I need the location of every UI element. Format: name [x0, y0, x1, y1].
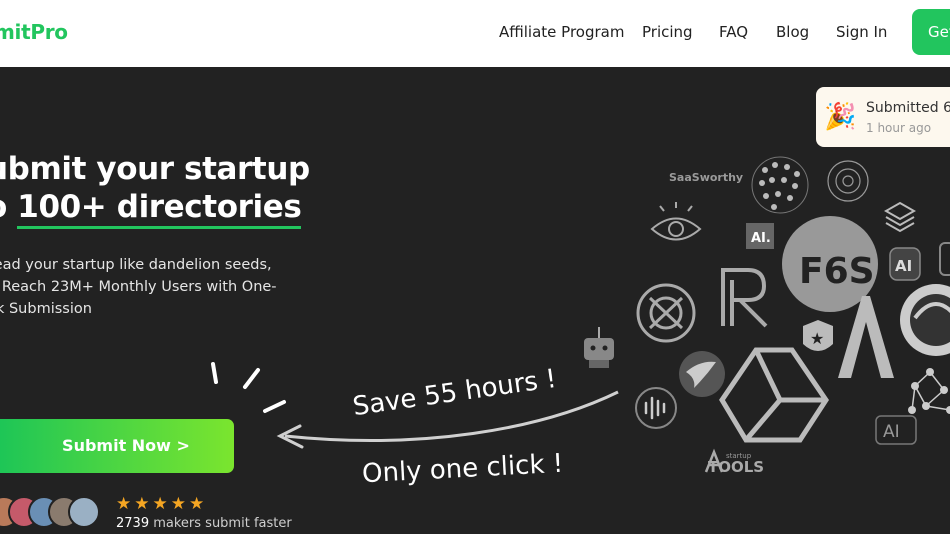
hero-title-line1: ubmit your startup — [0, 151, 310, 187]
save-hours-callout: Save 55 hours ! — [350, 363, 559, 423]
hero-subtitle-line2: d Reach 23M+ Monthly Users with One- — [0, 279, 277, 295]
submit-now-button[interactable]: Submit Now > — [0, 419, 234, 473]
get-started-button[interactable]: Get — [912, 9, 950, 55]
partial-logo-icon — [939, 242, 950, 276]
submission-toast: 🎉 Submitted 6 d 1 hour ago — [816, 87, 950, 147]
nav-link-affiliate[interactable]: Affiliate Program — [499, 23, 624, 41]
makers-count: 2739 — [116, 516, 150, 531]
hero-subtitle-line3: ck Submission — [0, 301, 92, 317]
site-logo[interactable]: mitPro — [0, 20, 68, 44]
one-click-callout: Only one click ! — [361, 448, 564, 490]
hero-subtitle: read your startup like dandelion seeds, … — [0, 254, 288, 320]
ai-badge-icon — [889, 247, 921, 281]
circle-logo-icon — [900, 284, 950, 356]
hero-title-line2: o 100+ directories — [0, 188, 310, 229]
f6s-logo-icon — [782, 216, 878, 312]
network-graph-icon — [908, 368, 950, 414]
flower-outline-icon — [827, 160, 869, 202]
startup-tools-a-icon — [704, 448, 724, 473]
makers-label: makers submit faster — [149, 516, 292, 531]
sparkle-stroke-icon — [211, 362, 218, 384]
sound-wave-icon — [635, 387, 677, 429]
bird-logo-icon — [679, 351, 725, 397]
rating-stars: ★★★★★ — [116, 494, 208, 513]
svg-text:★: ★ — [810, 329, 824, 348]
saasworthy-logo: SaaSworthy — [669, 171, 743, 184]
r-logo-icon — [721, 268, 768, 328]
sparkle-stroke-icon — [243, 368, 260, 389]
ai-outline-icon — [875, 415, 917, 445]
party-popper-icon: 🎉 — [824, 101, 857, 131]
avatar — [68, 496, 100, 528]
hero-title-highlight: 100+ directories — [17, 189, 302, 229]
shield-star-icon: ★ — [803, 320, 833, 351]
layers-icon — [883, 201, 917, 233]
f6s-logo: F6S — [799, 251, 875, 292]
sparkle-stroke-icon — [263, 400, 286, 413]
brain-network-icon — [751, 156, 809, 214]
nav-link-blog[interactable]: Blog — [776, 23, 809, 41]
nav-link-pricing[interactable]: Pricing — [642, 23, 693, 41]
nav-link-faq[interactable]: FAQ — [719, 23, 748, 41]
nav-link-sign-in[interactable]: Sign In — [836, 23, 887, 41]
ai-outline-label: AI — [883, 422, 900, 442]
top-navigation: mitPro Affiliate Program Pricing FAQ Blo… — [0, 0, 950, 67]
letter-a-logo-icon — [838, 296, 894, 378]
arrow-head-icon — [276, 424, 304, 449]
toast-title: Submitted 6 d — [866, 100, 950, 116]
hero-title-prefix: o — [0, 189, 17, 225]
ai-box-label: AI. — [751, 231, 771, 246]
hero-subtitle-line1: read your startup like dandelion seeds, — [0, 257, 272, 273]
ai-badge-label: AI — [895, 257, 912, 275]
startup-tools-logo: TOOLS — [708, 458, 764, 476]
cube-logo-icon — [719, 347, 830, 443]
openai-logo-icon — [636, 283, 696, 343]
ai-box-icon — [746, 223, 774, 249]
makers-count-text: 2739 makers submit faster — [116, 516, 292, 531]
startup-tools-small-label: startup — [726, 452, 752, 460]
hero-title: ubmit your startup o 100+ directories — [0, 150, 310, 229]
eye-icon — [650, 202, 702, 241]
toast-time: 1 hour ago — [866, 121, 932, 135]
robot-icon — [584, 327, 614, 368]
